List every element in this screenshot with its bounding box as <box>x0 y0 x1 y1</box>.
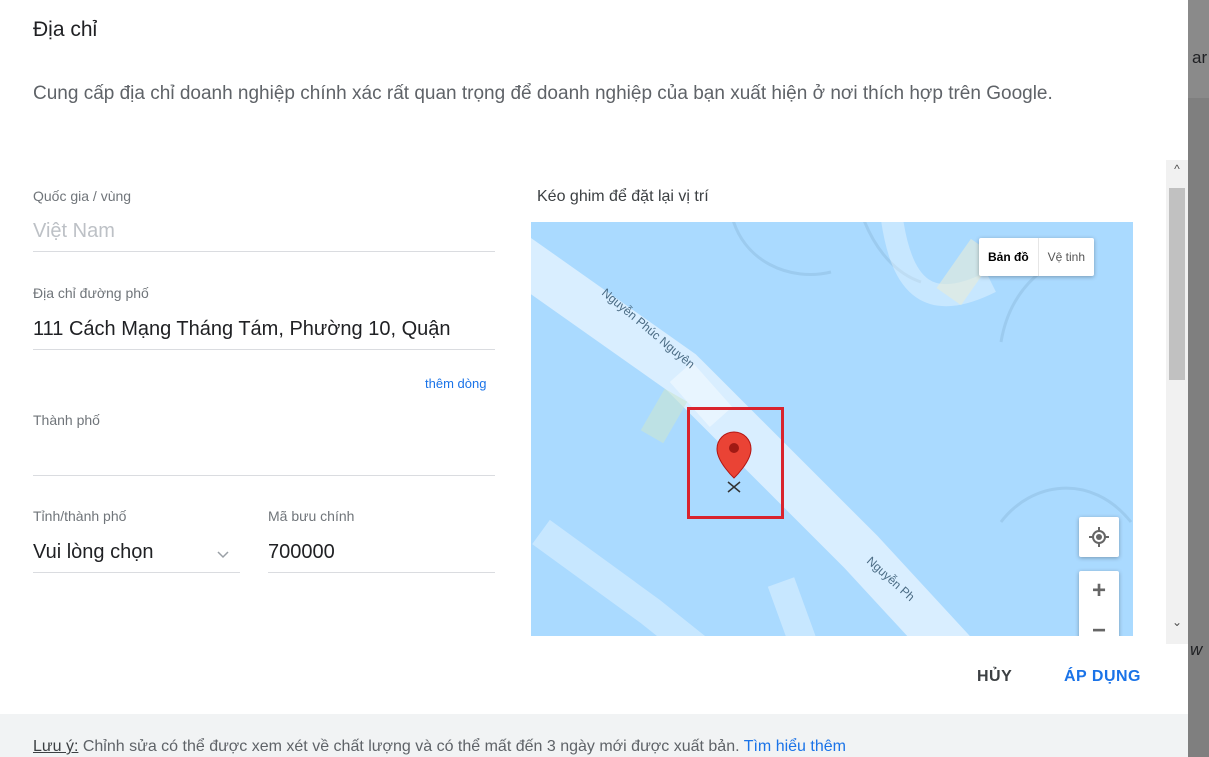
country-underline <box>33 251 495 252</box>
zoom-in-button[interactable]: + <box>1079 571 1119 611</box>
country-field: Việt Nam <box>33 220 115 242</box>
note-prefix: Lưu ý: <box>33 738 79 755</box>
background-text-bottom: w <box>1190 640 1203 659</box>
postal-underline <box>268 572 495 573</box>
map-view[interactable]: Nguyễn Phúc Nguyên Nguyễn Ph Bản đồ Vệ t… <box>531 222 1133 636</box>
province-label: Tỉnh/thành phố <box>33 508 127 524</box>
city-underline <box>33 475 495 476</box>
learn-more-link[interactable]: Tìm hiểu thêm <box>744 738 846 755</box>
street-underline <box>33 349 495 350</box>
zoom-out-button[interactable]: − <box>1079 611 1119 636</box>
province-value: Vui lòng chọn <box>33 541 154 563</box>
postal-input[interactable]: 700000 <box>268 541 495 564</box>
pin-highlight-box <box>687 407 784 519</box>
my-location-button[interactable] <box>1079 517 1119 557</box>
note-text: Lưu ý: Chỉnh sửa có thể được xem xét về … <box>33 738 846 756</box>
background-text-top: ar <box>1192 48 1208 67</box>
postal-label: Mã bưu chính <box>268 508 355 524</box>
note-body: Chỉnh sửa có thể được xem xét về chất lư… <box>78 738 744 755</box>
scroll-down-icon[interactable]: ⌄ <box>1166 615 1188 629</box>
street-input[interactable]: 111 Cách Mạng Tháng Tám, Phường 10, Quận <box>33 318 495 341</box>
address-dialog: Địa chỉ Cung cấp địa chỉ doanh nghiệp ch… <box>0 0 1188 757</box>
country-label: Quốc gia / vùng <box>33 188 132 204</box>
scrollbar[interactable]: ^ ⌄ <box>1166 160 1188 644</box>
map-type-toggle: Bản đồ Vệ tinh <box>979 238 1095 276</box>
city-input[interactable] <box>33 444 495 468</box>
add-line-link[interactable]: thêm dòng <box>425 376 486 391</box>
cancel-button[interactable]: HỦY <box>977 668 1012 686</box>
scroll-up-icon[interactable]: ^ <box>1166 162 1188 176</box>
map-type-map-button[interactable]: Bản đồ <box>979 238 1038 276</box>
dialog-title: Địa chỉ <box>33 18 98 41</box>
crosshair-icon <box>1089 527 1109 547</box>
dialog-description: Cung cấp địa chỉ doanh nghiệp chính xác … <box>33 83 1053 104</box>
map-type-satellite-button[interactable]: Vệ tinh <box>1037 238 1094 276</box>
province-select[interactable]: Vui lòng chọn <box>33 537 240 573</box>
apply-button[interactable]: ÁP DỤNG <box>1064 668 1141 686</box>
street-label: Địa chỉ đường phố <box>33 285 149 301</box>
city-label: Thành phố <box>33 412 100 428</box>
province-underline <box>33 572 240 573</box>
scroll-thumb[interactable] <box>1169 188 1185 380</box>
zoom-controls: + − <box>1079 571 1119 636</box>
map-roads: Nguyễn Phúc Nguyên Nguyễn Ph <box>531 222 1133 636</box>
chevron-down-icon <box>217 551 229 559</box>
map-instruction: Kéo ghim để đặt lại vị trí <box>537 188 709 205</box>
